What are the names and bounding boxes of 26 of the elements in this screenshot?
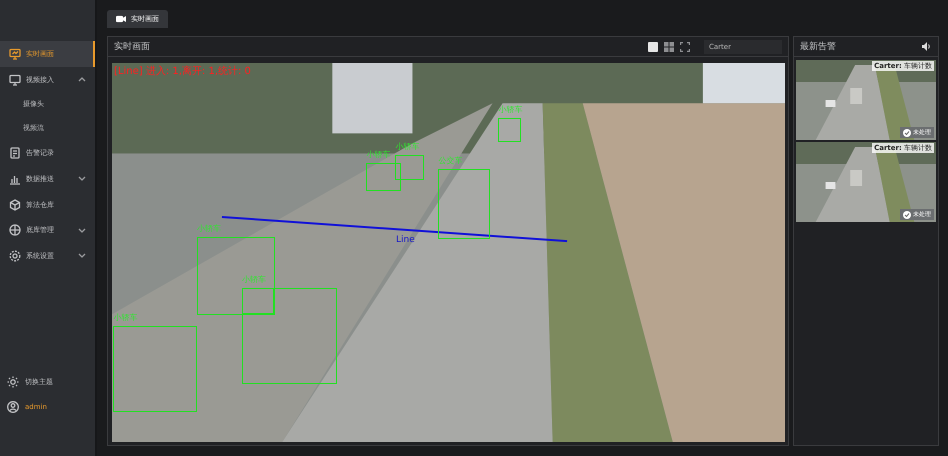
speaker-icon[interactable] xyxy=(922,42,932,51)
detection-box xyxy=(498,118,522,142)
fullscreen-icon[interactable] xyxy=(680,42,690,52)
detection-box xyxy=(438,169,490,239)
line-label: Line xyxy=(396,235,415,246)
monitor-icon xyxy=(9,48,21,60)
document-icon xyxy=(9,147,21,160)
sun-icon xyxy=(7,376,19,388)
detection-box xyxy=(395,155,424,180)
video-camera-icon xyxy=(116,15,126,23)
detection-label: 小轿车 xyxy=(196,223,221,234)
cube-icon xyxy=(9,198,21,211)
monitor-icon xyxy=(9,74,21,86)
panel-title: 实时画面 xyxy=(114,40,150,53)
detection-label: 小轿车 xyxy=(498,104,522,115)
detection-box xyxy=(366,163,402,191)
counter-overlay-text: [Line] 进入: 1,离开: 1,统计: 0 xyxy=(114,64,251,78)
user-avatar-icon xyxy=(7,400,19,412)
grid-view-icon[interactable] xyxy=(664,42,674,52)
detection-label: 小轿车 xyxy=(242,274,266,286)
settings-icon xyxy=(9,250,21,262)
panel-title: 最新告警 xyxy=(800,40,836,53)
detection-label: 公交车 xyxy=(438,155,462,166)
detection-label: 小轿车 xyxy=(113,312,138,323)
detection-label: 小轿车 xyxy=(366,149,390,160)
single-view-icon[interactable] xyxy=(648,42,658,52)
